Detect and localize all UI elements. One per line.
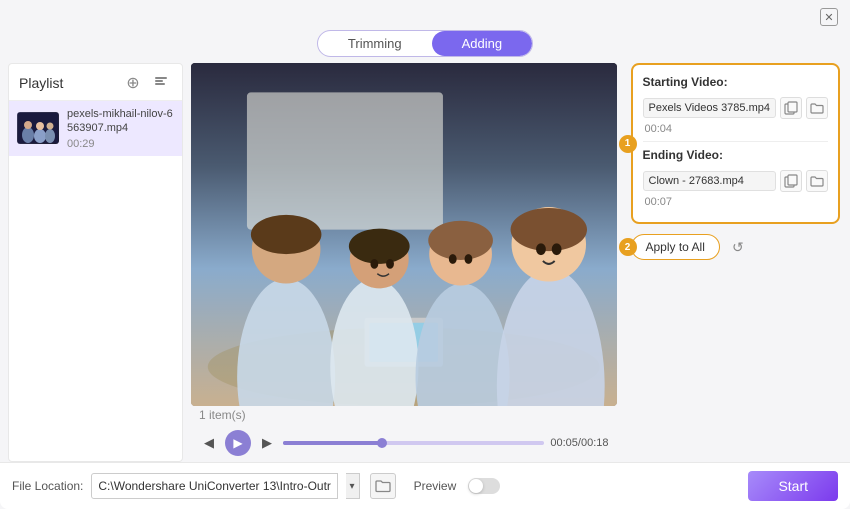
- playlist-item-name: pexels-mikhail-nilov-6563907.mp4: [67, 107, 174, 136]
- preview-toggle[interactable]: [468, 478, 500, 494]
- video-area: 1 item(s) ◀ ▶ ▶ 00:05/00:18: [191, 63, 617, 462]
- toggle-knob: [469, 479, 483, 493]
- bottom-bar: File Location: ▾ Preview Start: [0, 462, 850, 509]
- ending-video-label: Ending Video:: [643, 148, 829, 162]
- file-location-label: File Location:: [12, 479, 83, 493]
- starting-video-folder-icon[interactable]: [806, 97, 828, 119]
- time-display: 00:05/00:18: [550, 437, 608, 449]
- progress-thumb: [377, 438, 387, 448]
- ending-video-folder-icon[interactable]: [806, 170, 828, 192]
- starting-video-box: Starting Video: Pexels Videos 3785.mp4: [631, 63, 841, 224]
- playlist-header: Playlist ⊕: [9, 64, 182, 101]
- preview-label: Preview: [414, 479, 457, 493]
- progress-bar[interactable]: [283, 441, 544, 445]
- prev-frame-button[interactable]: ◀: [199, 433, 219, 453]
- starting-video-time: 00:04: [645, 123, 829, 135]
- file-folder-button[interactable]: [370, 473, 396, 499]
- starting-video-label: Starting Video:: [643, 75, 829, 89]
- ending-video-entry: Clown - 27683.mp4: [643, 170, 829, 192]
- file-path-dropdown[interactable]: ▾: [346, 473, 360, 499]
- tab-adding[interactable]: Adding: [432, 31, 532, 56]
- items-count-row: 1 item(s): [191, 406, 617, 424]
- progress-fill: [283, 441, 382, 445]
- add-media-icon[interactable]: ⊕: [122, 72, 144, 94]
- play-button[interactable]: ▶: [225, 430, 251, 456]
- close-button[interactable]: ✕: [820, 8, 838, 26]
- video-controls: ◀ ▶ ▶ 00:05/00:18: [191, 424, 617, 462]
- tab-group: Trimming Adding: [317, 30, 533, 57]
- video-scene: [191, 63, 617, 406]
- step2-badge: 2: [619, 238, 637, 256]
- next-frame-button[interactable]: ▶: [257, 433, 277, 453]
- main-content: Playlist ⊕: [0, 63, 850, 462]
- remove-media-icon[interactable]: [150, 72, 172, 94]
- divider: [643, 141, 829, 142]
- playlist-item[interactable]: pexels-mikhail-nilov-6563907.mp4 00:29: [9, 101, 182, 156]
- playlist-panel: Playlist ⊕: [8, 63, 183, 462]
- step2-section: 2 Apply to All ↺: [631, 234, 841, 260]
- apply-to-all-button[interactable]: Apply to All: [631, 234, 720, 260]
- right-panel-wrapper: 1 Starting Video: Pexels Videos 3785.mp4: [617, 63, 841, 462]
- starting-video-name: Pexels Videos 3785.mp4: [643, 98, 777, 118]
- playlist-title: Playlist: [19, 75, 63, 91]
- apply-row: Apply to All ↺: [631, 234, 750, 260]
- video-container: [191, 63, 617, 406]
- tab-bar: Trimming Adding: [0, 30, 850, 57]
- tab-trimming[interactable]: Trimming: [318, 31, 432, 56]
- playlist-icons: ⊕: [122, 72, 172, 94]
- items-count: 1 item(s): [199, 408, 246, 422]
- playlist-thumb: [17, 112, 59, 144]
- file-path-input[interactable]: [91, 473, 337, 499]
- playlist-item-duration: 00:29: [67, 138, 174, 150]
- starting-video-entry: Pexels Videos 3785.mp4: [643, 97, 829, 119]
- step1-section: 1 Starting Video: Pexels Videos 3785.mp4: [631, 63, 841, 224]
- ending-video-time: 00:07: [645, 196, 829, 208]
- playlist-item-info: pexels-mikhail-nilov-6563907.mp4 00:29: [67, 107, 174, 150]
- ending-video-name: Clown - 27683.mp4: [643, 171, 777, 191]
- starting-video-paste-icon[interactable]: [780, 97, 802, 119]
- start-button[interactable]: Start: [748, 471, 838, 501]
- ending-video-paste-icon[interactable]: [780, 170, 802, 192]
- step1-badge: 1: [619, 135, 637, 153]
- title-bar: ✕: [0, 0, 850, 30]
- refresh-button[interactable]: ↺: [726, 235, 750, 259]
- main-window: ✕ Trimming Adding Playlist ⊕: [0, 0, 850, 509]
